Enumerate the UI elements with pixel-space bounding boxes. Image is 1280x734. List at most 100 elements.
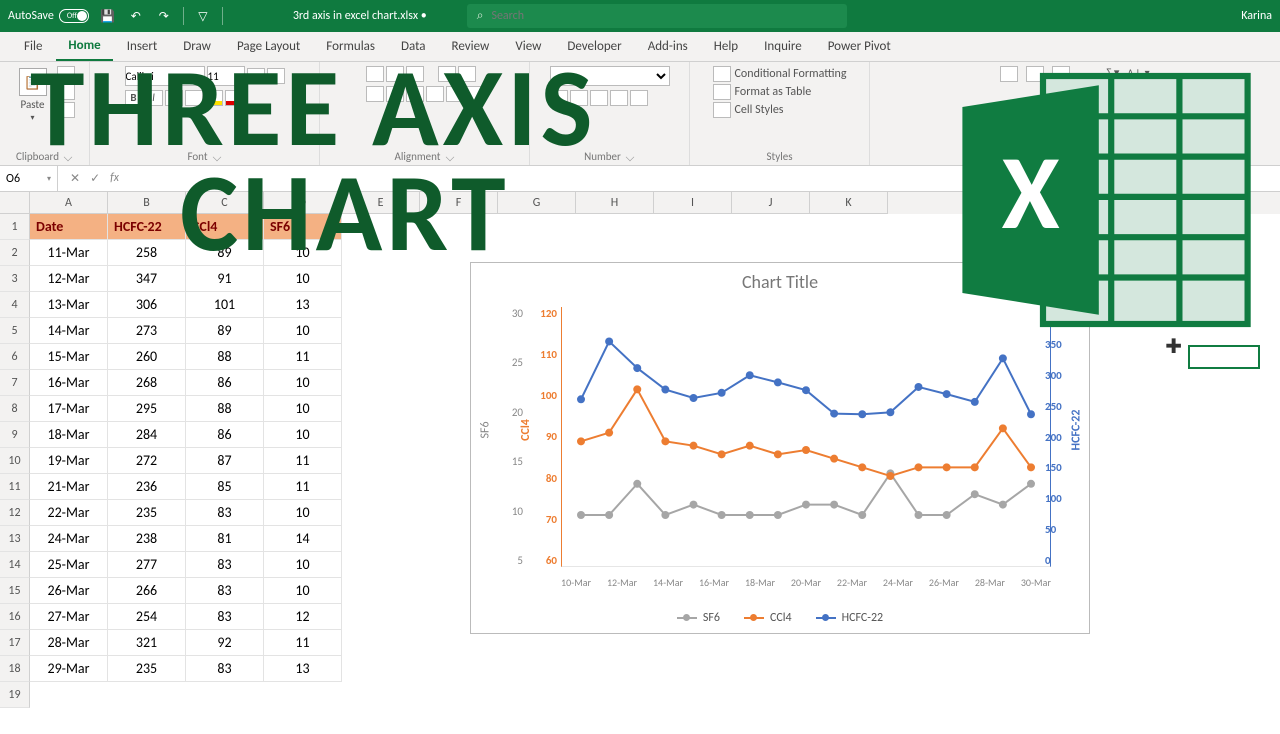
fill-color-icon[interactable] (205, 90, 223, 106)
data-cell[interactable]: 86 (186, 422, 264, 448)
column-header[interactable]: B (108, 192, 186, 214)
tab-formulas[interactable]: Formulas (314, 33, 387, 60)
percent-icon[interactable] (570, 90, 588, 106)
tab-review[interactable]: Review (440, 33, 502, 60)
row-header[interactable]: 5 (0, 318, 30, 344)
underline-icon[interactable]: U (165, 90, 183, 106)
data-cell[interactable]: 87 (186, 448, 264, 474)
header-cell[interactable]: Date (30, 214, 108, 240)
align-right-icon[interactable] (406, 86, 424, 102)
data-cell[interactable]: 21-Mar (30, 474, 108, 500)
autosave-toggle[interactable]: AutoSave Off (8, 9, 89, 23)
data-cell[interactable]: 10 (264, 500, 342, 526)
font-name-combo[interactable] (125, 66, 205, 86)
data-cell[interactable]: 81 (186, 526, 264, 552)
column-header[interactable]: I (654, 192, 732, 214)
data-cell[interactable]: 91 (186, 266, 264, 292)
decrease-indent-icon[interactable] (426, 86, 444, 102)
format-as-table-button[interactable]: Format as Table (713, 84, 812, 100)
row-header[interactable]: 17 (0, 630, 30, 656)
data-cell[interactable]: 25-Mar (30, 552, 108, 578)
data-cell[interactable]: 10 (264, 240, 342, 266)
data-cell[interactable]: 10 (264, 318, 342, 344)
data-cell[interactable]: 16-Mar (30, 370, 108, 396)
align-middle-icon[interactable] (386, 66, 404, 82)
data-cell[interactable]: 17-Mar (30, 396, 108, 422)
tab-file[interactable]: File (12, 33, 54, 60)
formula-input[interactable] (131, 166, 1280, 191)
data-cell[interactable]: 258 (108, 240, 186, 266)
tab-home[interactable]: Home (56, 32, 112, 61)
chart-title[interactable]: Chart Title (471, 263, 1089, 297)
format-painter-icon[interactable] (57, 102, 75, 118)
redo-icon[interactable]: ↷ (155, 7, 173, 25)
delete-cells-icon[interactable] (1026, 66, 1044, 82)
data-cell[interactable]: 13 (264, 656, 342, 682)
row-header[interactable]: 4 (0, 292, 30, 318)
tab-help[interactable]: Help (702, 33, 750, 60)
data-cell[interactable]: 14-Mar (30, 318, 108, 344)
tab-draw[interactable]: Draw (171, 33, 223, 60)
data-cell[interactable]: 86 (186, 370, 264, 396)
tab-add-ins[interactable]: Add-ins (636, 33, 700, 60)
data-cell[interactable]: 92 (186, 630, 264, 656)
data-cell[interactable]: 236 (108, 474, 186, 500)
data-cell[interactable]: 27-Mar (30, 604, 108, 630)
data-cell[interactable]: 11-Mar (30, 240, 108, 266)
increase-decimal-icon[interactable] (610, 90, 628, 106)
data-cell[interactable]: 347 (108, 266, 186, 292)
data-cell[interactable]: 83 (186, 500, 264, 526)
copy-icon[interactable] (57, 84, 75, 100)
align-top-icon[interactable] (366, 66, 384, 82)
data-cell[interactable]: 10 (264, 266, 342, 292)
data-cell[interactable]: 89 (186, 240, 264, 266)
cell-styles-button[interactable]: Cell Styles (713, 102, 784, 118)
data-cell[interactable]: 273 (108, 318, 186, 344)
row-header[interactable]: 9 (0, 422, 30, 448)
align-center-icon[interactable] (386, 86, 404, 102)
header-cell[interactable]: SF6 (264, 214, 342, 240)
filter-icon[interactable]: ▽ (194, 7, 212, 25)
tab-power-pivot[interactable]: Power Pivot (816, 33, 903, 60)
column-header[interactable]: D (264, 192, 342, 214)
column-header[interactable]: J (732, 192, 810, 214)
column-header[interactable]: E (342, 192, 420, 214)
dialog-launcher-icon[interactable] (64, 152, 72, 160)
row-header[interactable]: 3 (0, 266, 30, 292)
data-cell[interactable]: 26-Mar (30, 578, 108, 604)
data-cell[interactable]: 19-Mar (30, 448, 108, 474)
data-cell[interactable]: 295 (108, 396, 186, 422)
merge-icon[interactable] (466, 86, 484, 102)
increase-font-icon[interactable] (247, 68, 265, 84)
number-format-combo[interactable] (550, 66, 670, 86)
data-cell[interactable]: 28-Mar (30, 630, 108, 656)
data-cell[interactable]: 260 (108, 344, 186, 370)
data-cell[interactable]: 11 (264, 474, 342, 500)
row-header[interactable]: 1 (0, 214, 30, 240)
header-cell[interactable]: HCFC-22 (108, 214, 186, 240)
row-header[interactable]: 16 (0, 604, 30, 630)
undo-icon[interactable]: ↶ (127, 7, 145, 25)
data-cell[interactable]: 238 (108, 526, 186, 552)
data-cell[interactable]: 254 (108, 604, 186, 630)
insert-cells-icon[interactable] (1000, 66, 1018, 82)
decrease-decimal-icon[interactable] (630, 90, 648, 106)
account-name[interactable]: Karina (1241, 9, 1272, 23)
data-cell[interactable]: 321 (108, 630, 186, 656)
column-header[interactable]: G (498, 192, 576, 214)
tab-data[interactable]: Data (389, 33, 438, 60)
column-header[interactable]: K (810, 192, 888, 214)
row-header[interactable]: 7 (0, 370, 30, 396)
row-header[interactable]: 8 (0, 396, 30, 422)
column-header[interactable]: C (186, 192, 264, 214)
dialog-launcher-icon[interactable] (212, 152, 220, 160)
enter-formula-icon[interactable]: ✓ (90, 171, 100, 186)
font-size-combo[interactable] (207, 66, 245, 86)
row-header[interactable]: 14 (0, 552, 30, 578)
data-cell[interactable]: 13 (264, 292, 342, 318)
data-cell[interactable]: 83 (186, 656, 264, 682)
align-bottom-icon[interactable] (406, 66, 424, 82)
column-header[interactable]: F (420, 192, 498, 214)
data-cell[interactable]: 11 (264, 630, 342, 656)
data-cell[interactable]: 10 (264, 578, 342, 604)
